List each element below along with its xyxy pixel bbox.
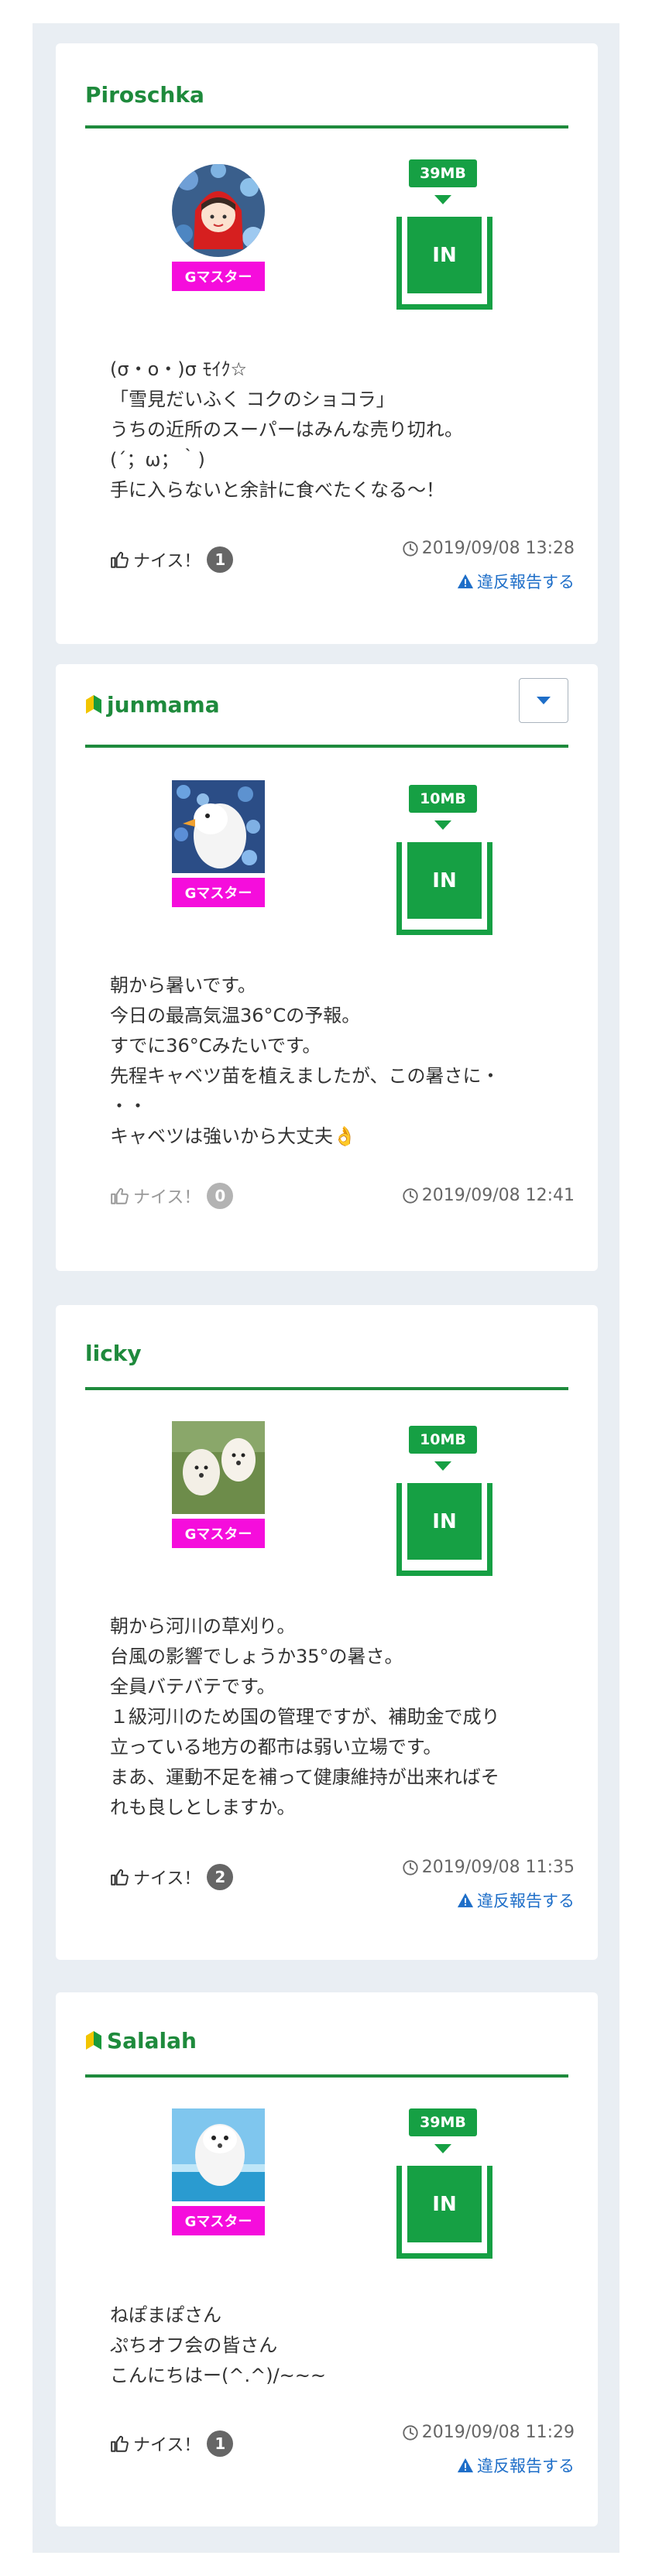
like-button[interactable]: ナイス！ 2 [110, 1864, 234, 1890]
warning-icon [457, 1893, 474, 1908]
chevron-down-icon [537, 697, 551, 704]
post-header: junmama [85, 664, 568, 748]
beginner-mark-icon [86, 695, 101, 714]
rank-badge: Gマスター [172, 262, 265, 291]
timestamp-text: 2019/09/08 11:29 [421, 2423, 575, 2442]
arrow-down-icon [434, 820, 451, 830]
status-box: IN [396, 842, 492, 935]
post-header: Salalah [85, 1992, 568, 2078]
bandwidth-tag: 39MB [409, 2108, 477, 2136]
status-in-label: IN [407, 1483, 482, 1560]
post-body: 朝から河川の草刈り。 台風の影響でしょうか35°の暑さ。 全員バテバテです。 １… [110, 1615, 500, 1818]
post-card: Piroschka Gマスター 39MB IN (σ・o・)σ ﾓｲｸ☆ 「雪見… [56, 43, 598, 644]
bandwidth-indicator: 39MB IN [396, 159, 492, 314]
report-link[interactable]: 違反報告する [457, 2454, 575, 2477]
username-link[interactable]: Salalah [107, 2028, 197, 2054]
bandwidth-indicator: 10MB IN [396, 1426, 492, 1581]
avatar[interactable] [172, 1421, 265, 1514]
like-label: ナイス！ [133, 1869, 201, 1889]
like-button[interactable]: ナイス！ 0 [110, 1183, 234, 1209]
beginner-mark-icon [86, 2031, 101, 2050]
clock-icon [403, 1187, 418, 1204]
status-in-label: IN [407, 842, 482, 919]
like-count-badge: 2 [207, 1864, 234, 1890]
avatar-image [172, 1421, 265, 1514]
post-timestamp: 2019/09/08 11:35 [402, 1858, 575, 1877]
post-card: licky Gマスター 10MB IN 朝から河川の草刈り。 台風の影響でしょう… [56, 1305, 598, 1960]
timestamp-text: 2019/09/08 12:41 [421, 1186, 575, 1205]
arrow-down-icon [434, 2144, 451, 2153]
avatar[interactable] [172, 780, 265, 873]
avatar-image [172, 164, 265, 257]
rank-badge: Gマスター [172, 1519, 265, 1548]
bandwidth-tag: 10MB [409, 785, 477, 813]
like-label: ナイス！ [133, 552, 201, 571]
status-box: IN [396, 2166, 492, 2259]
clock-icon [403, 540, 418, 557]
arrow-down-icon [434, 1461, 451, 1471]
rank-badge: Gマスター [172, 878, 265, 907]
warning-icon [457, 2458, 474, 2473]
like-count-badge: 1 [207, 546, 234, 573]
clock-icon [403, 2424, 418, 2441]
report-link[interactable]: 違反報告する [457, 570, 575, 593]
username-link[interactable]: Piroschka [85, 82, 204, 108]
user-avatar-block[interactable]: Gマスター [172, 164, 265, 291]
thumbs-up-icon [111, 551, 129, 568]
post-timestamp: 2019/09/08 13:28 [402, 539, 575, 558]
post-timestamp: 2019/09/08 11:29 [402, 2423, 575, 2442]
post-header: licky [85, 1305, 568, 1390]
user-avatar-block[interactable]: Gマスター [172, 2108, 265, 2235]
post-menu-button[interactable] [519, 678, 568, 723]
like-label: ナイス！ [133, 2436, 201, 2455]
bandwidth-indicator: 10MB IN [396, 785, 492, 940]
report-label: 違反報告する [477, 1892, 575, 1910]
warning-icon [457, 574, 474, 589]
report-label: 違反報告する [477, 2457, 575, 2475]
bandwidth-tag: 39MB [409, 159, 477, 187]
user-avatar-block[interactable]: Gマスター [172, 780, 265, 907]
like-button[interactable]: ナイス！ 1 [110, 2430, 234, 2457]
bandwidth-indicator: 39MB IN [396, 2108, 492, 2263]
like-count-badge: 0 [207, 1183, 234, 1209]
post-header: Piroschka [85, 43, 568, 128]
post-card: Salalah Gマスター 39MB IN ねぽまぽさん ぷちオフ会の皆さん こ… [56, 1992, 598, 2526]
report-label: 違反報告する [477, 573, 575, 591]
post-body: ねぽまぽさん ぷちオフ会の皆さん こんにちはー(^.^)/~~~ [110, 2304, 326, 2386]
status-box: IN [396, 1483, 492, 1576]
thumbs-up-icon [111, 1869, 129, 1886]
post-body: (σ・o・)σ ﾓｲｸ☆ 「雪見だいふく コクのショコラ」 うちの近所のスーパー… [110, 358, 463, 501]
avatar[interactable] [172, 164, 265, 257]
like-button[interactable]: ナイス！ 1 [110, 546, 234, 573]
bandwidth-tag: 10MB [409, 1426, 477, 1454]
clock-icon [403, 1859, 418, 1875]
timestamp-text: 2019/09/08 13:28 [421, 539, 575, 558]
thumbs-up-icon [111, 1187, 129, 1204]
avatar-image [172, 780, 265, 873]
status-in-label: IN [407, 217, 482, 293]
like-label: ナイス！ [133, 1188, 201, 1208]
post-body: 朝から暑いです。 今日の最高気温36°Cの予報。 すでに36°Cみたいです。 先… [110, 975, 500, 1147]
timestamp-text: 2019/09/08 11:35 [421, 1858, 575, 1877]
rank-badge: Gマスター [172, 2206, 265, 2235]
thumbs-up-icon [111, 2435, 129, 2452]
username-link[interactable]: licky [85, 1341, 142, 1366]
post-card: junmama Gマスター 10MB IN 朝から暑いです。 今日の最高気温36… [56, 664, 598, 1271]
report-link[interactable]: 違反報告する [457, 1889, 575, 1912]
post-timestamp: 2019/09/08 12:41 [402, 1186, 575, 1205]
avatar-image [172, 2108, 265, 2201]
arrow-down-icon [434, 195, 451, 204]
status-box: IN [396, 217, 492, 310]
status-in-label: IN [407, 2166, 482, 2242]
like-count-badge: 1 [207, 2430, 234, 2457]
user-avatar-block[interactable]: Gマスター [172, 1421, 265, 1548]
username-link[interactable]: junmama [107, 692, 220, 718]
avatar[interactable] [172, 2108, 265, 2201]
